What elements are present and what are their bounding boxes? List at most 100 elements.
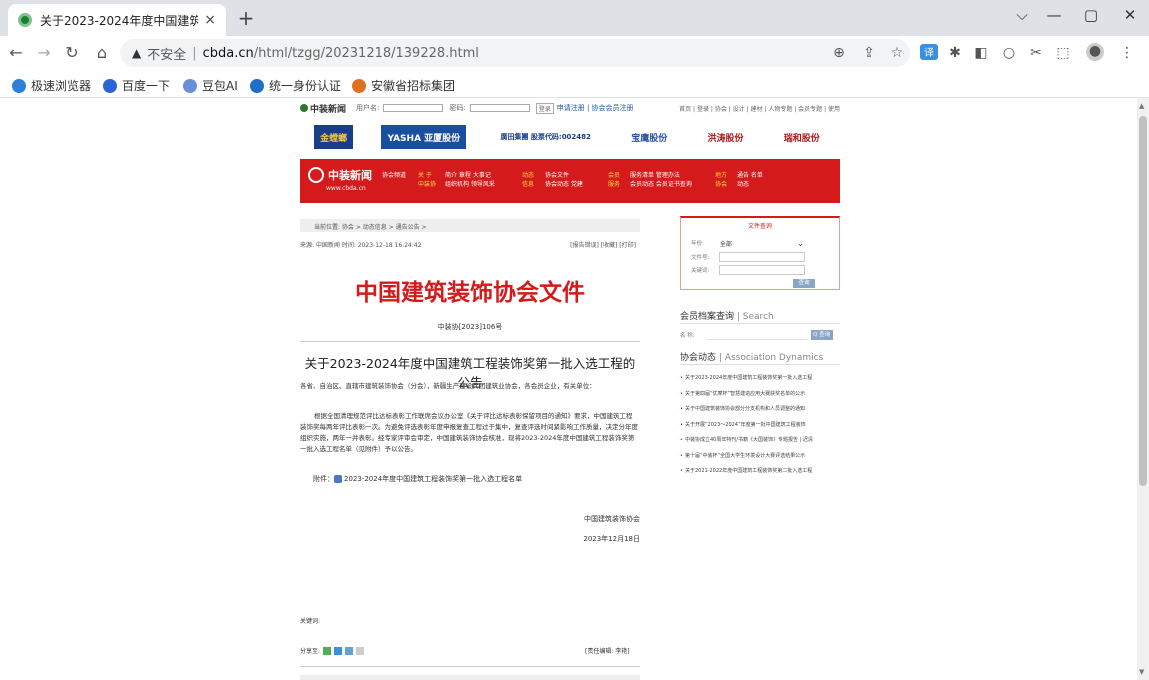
nav-notice[interactable]: 通告 名单 动态 — [737, 171, 763, 189]
sponsor-yasha[interactable]: YASHA 亚厦股份 — [381, 125, 467, 149]
sponsor-guangtian[interactable]: 廣田集團 股票代码:002482 — [494, 125, 596, 149]
address-bar[interactable]: ▲ 不安全 | cbda.cn /html/tzgg/20231218/1392… — [120, 39, 910, 67]
list-item[interactable]: • 第十届“中装杯”全国大学生环境设计大赛评选结果公示 — [680, 452, 840, 468]
home-icon[interactable]: ⌂ — [92, 43, 112, 62]
insecure-warning-icon[interactable]: ▲ — [132, 46, 141, 60]
article-meta: 来源: 中国新闻 时间: 2023-12-18 16:24:42 [报告错误] … — [300, 240, 640, 249]
nav-label: 服务清单 管理办法 — [630, 172, 680, 179]
dynamics-list: • 关于2023-2024年度中国建筑工程装饰奖第一批入选工程 • 关于第四届“优摩… — [680, 374, 840, 483]
signer: 中国建筑装饰协会 — [584, 515, 640, 523]
red-site-logo[interactable]: 中装新闻 — [308, 167, 372, 183]
nav-label: 会员动态 会员证书查询 — [630, 181, 692, 188]
username-input[interactable] — [383, 104, 444, 112]
nav-documents[interactable]: 协会文件 协会动态 党建 — [545, 171, 583, 189]
nav-services[interactable]: 服务清单 管理办法会员动态 会员证书查询 — [630, 171, 692, 189]
article-actions[interactable]: [报告错误] [收藏] [打印] — [570, 240, 636, 249]
bookmark-item[interactable]: 统一身份认证 — [250, 77, 341, 94]
nav-local[interactable]: 地方 协会 — [715, 171, 727, 189]
bookmark-star-icon[interactable]: ☆ — [888, 45, 906, 61]
browser-tab[interactable]: 关于2023-2024年度中国建筑工 × — [8, 4, 226, 36]
bookmark-item[interactable]: 安徽省招标集团 — [352, 77, 455, 94]
attachment-link[interactable]: 2023-2024年度中国建筑工程装饰奖第一批入选工程名单 — [344, 474, 522, 484]
scrollbar-thumb[interactable] — [1139, 116, 1147, 486]
back-arrow-icon[interactable]: ← — [6, 43, 26, 62]
sponsor-jintanglang[interactable]: 金螳螂 — [314, 125, 354, 149]
year-row: 年份: 全部 ⌄ — [691, 238, 804, 248]
nav-member[interactable]: 会员 服务 — [608, 171, 620, 189]
list-item[interactable]: • 关于开展“2023～2024”年度第一批中国建筑工程装饰 — [680, 421, 840, 437]
bookmark-item[interactable]: 百度一下 — [103, 77, 170, 94]
new-tab-button[interactable]: + — [234, 6, 258, 30]
login-button[interactable]: 登录 — [535, 102, 554, 114]
sponsor-logos: 金螳螂 YASHA 亚厦股份 廣田集團 股票代码:002482 宝鹰股份 洪涛股… — [300, 120, 840, 154]
search-icon[interactable]: ○ — [1000, 45, 1018, 61]
share-icon[interactable]: ⇪ — [860, 45, 878, 61]
member-search-button[interactable]: Q 查询 — [810, 330, 833, 340]
register-link[interactable]: 申请注册 | 协会会员注册 — [557, 103, 634, 113]
site-logo[interactable]: 中装新闻 — [300, 102, 346, 115]
nav-channel[interactable]: 协会频道 — [382, 171, 406, 180]
share-wechat-icon[interactable] — [323, 646, 332, 655]
bookmark-label: 百度一下 — [122, 79, 171, 93]
nav-intro[interactable]: 简介 章程 大事记 组织机构 领导风采 — [445, 171, 495, 189]
keyword-input[interactable] — [719, 265, 806, 275]
site-top-links[interactable]: 首页 | 登录 | 协会 | 设计 | 建材 | 人物专题 | 会员专题 | 使… — [679, 104, 840, 113]
scroll-up-icon[interactable]: ▲ — [1139, 102, 1144, 110]
list-item[interactable]: • 关于2023-2024年度中国建筑工程装饰奖第一批入选工程 — [680, 374, 840, 390]
share-more-icon[interactable] — [356, 646, 365, 655]
nav-label: 协会频道 — [382, 172, 407, 179]
file-no-input[interactable] — [719, 252, 806, 262]
sponsor-hongtao[interactable]: 洪涛股份 — [702, 125, 750, 149]
sponsor-baoying[interactable]: 宝鹰股份 — [625, 125, 673, 149]
scissors-icon[interactable]: ✂ — [1027, 45, 1045, 61]
identity-icon — [250, 78, 264, 93]
member-name-input[interactable] — [706, 330, 807, 340]
screenshot-icon[interactable]: ⬚ — [1054, 45, 1072, 61]
sponsor-ruihe[interactable]: 瑞和股份 — [778, 125, 826, 149]
list-item[interactable]: • 关于第四届“优摩杯”智慧建造应用大赛获奖名单的公示 — [680, 390, 840, 406]
divider — [300, 666, 640, 667]
keyword-row: 关键词: — [691, 265, 806, 275]
red-logo-text: 中装新闻 — [328, 169, 372, 182]
forward-arrow-icon[interactable]: → — [34, 43, 54, 62]
password-input[interactable] — [469, 104, 530, 112]
tab-search-chevron-icon[interactable]: ⌵ — [1012, 6, 1032, 24]
tab-close-icon[interactable]: × — [204, 12, 216, 28]
bookmark-label: 安徽省招标集团 — [371, 79, 456, 93]
translate-icon[interactable]: 译 — [920, 44, 938, 60]
logo-dot-icon — [300, 104, 308, 112]
sidebar-icon[interactable]: ◧ — [972, 45, 990, 61]
nav-dynamics[interactable]: 动态 信息 — [522, 171, 534, 189]
file-query-button[interactable]: 查询 — [793, 279, 815, 288]
page-scrollbar[interactable]: ▲ ▼ — [1137, 98, 1149, 680]
bookmark-browser-icon — [12, 78, 26, 93]
keywords-label: 关键词: — [300, 618, 321, 625]
menu-kebab-icon[interactable]: ⋮ — [1118, 45, 1136, 61]
restore-button[interactable]: ▢ — [1081, 6, 1101, 24]
breadcrumb[interactable]: 当前位置: 协会 > 动态信息 > 通告公告 > — [300, 219, 640, 232]
bullet-icon: • — [680, 390, 683, 397]
tab-strip: 关于2023-2024年度中国建筑工 × + ⌵ — ▢ ✕ — [0, 0, 1149, 36]
url-host: cbda.cn — [202, 45, 254, 61]
document-number: 中装协[2023]106号 — [437, 323, 503, 331]
list-item[interactable]: • 关于中国建筑装饰协会部分分支机构和人员调整的通知 — [680, 405, 840, 421]
list-item[interactable]: • 中装协成立40周年特刊/书籍《大国装饰》专题报告 | 迟清 — [680, 436, 840, 452]
year-label: 年份: — [691, 241, 704, 247]
bullet-icon: • — [680, 452, 683, 459]
year-select[interactable]: 全部 ⌄ — [718, 238, 804, 248]
profile-avatar-icon[interactable]: ● — [1086, 43, 1104, 61]
minimize-button[interactable]: — — [1044, 6, 1064, 24]
reload-icon[interactable]: ↻ — [62, 43, 82, 62]
zoom-icon[interactable]: ⊕ — [830, 45, 848, 61]
extensions-icon[interactable]: ✱ — [946, 45, 964, 61]
nav-label: 服务 — [608, 181, 621, 188]
close-window-button[interactable]: ✕ — [1120, 6, 1140, 24]
share-qq-icon[interactable] — [334, 646, 343, 655]
list-item[interactable]: • 关于2021-2022年度中国建筑工程装饰奖第二批入选工程 — [680, 467, 840, 483]
bookmark-label: 极速浏览器 — [31, 79, 92, 93]
nav-about[interactable]: 关 于中装协 — [418, 171, 436, 189]
scroll-down-icon[interactable]: ▼ — [1139, 668, 1144, 676]
share-weibo-icon[interactable] — [345, 646, 354, 655]
bookmark-item[interactable]: 极速浏览器 — [12, 77, 91, 94]
bookmark-item[interactable]: 豆包AI — [183, 77, 238, 94]
